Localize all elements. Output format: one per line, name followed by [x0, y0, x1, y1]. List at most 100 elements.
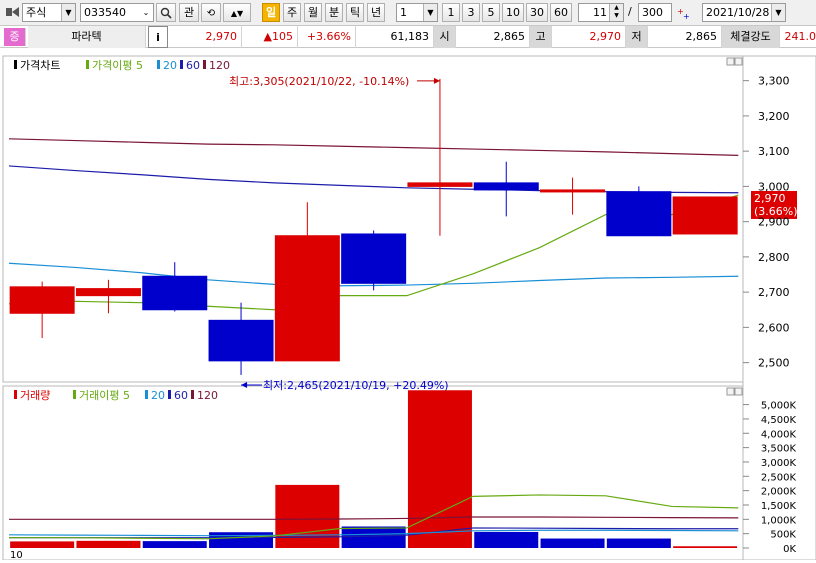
stock-code-value: 033540 [84, 6, 126, 19]
open-price: 2,865 [456, 26, 530, 48]
interval-10-button[interactable]: 10 [502, 3, 524, 22]
legend-ma60: 60 [186, 59, 200, 72]
volume-bar[interactable] [275, 484, 340, 548]
legend-vma20: 20 [151, 389, 165, 402]
search-icon [160, 7, 172, 19]
refresh-button[interactable]: ⟲ [201, 3, 221, 22]
total-count-input[interactable]: 300 [638, 3, 672, 22]
slash-separator: / [628, 5, 632, 18]
panel-menu-icon[interactable] [726, 57, 735, 66]
volume-bar[interactable] [76, 540, 141, 548]
refresh-icon: ⟲ [206, 8, 216, 19]
price-axis-label: 2,500 [758, 357, 790, 370]
legend-ma120: 120 [209, 59, 230, 72]
chevron-down-icon[interactable]: ▼ [61, 4, 75, 21]
volume-bar[interactable] [606, 538, 671, 548]
candle-body[interactable] [540, 189, 606, 193]
chevron-down-icon[interactable]: ⌄ [139, 4, 153, 21]
chevron-down-icon[interactable]: ▼ [771, 4, 785, 21]
legend-vma5: 거래이평 5 [79, 389, 130, 402]
up-down-icon: ▲▼ [230, 9, 244, 18]
price-axis-label: 3,100 [758, 145, 790, 158]
period-daily-tab[interactable]: 일 [262, 3, 280, 22]
candle-body[interactable] [606, 191, 672, 237]
volume-bar[interactable] [341, 526, 406, 548]
volume-bar[interactable] [209, 532, 274, 548]
legend-swatch [157, 60, 160, 69]
interval-5-button[interactable]: 5 [482, 3, 500, 22]
price-axis-label: 3,200 [758, 110, 790, 123]
volume-bar[interactable] [407, 390, 472, 548]
volume-legend: 거래량 거래이평 5 20 60 120 [14, 389, 218, 402]
current-price-tag-value: 2,970 [754, 192, 786, 205]
legend-swatch [168, 390, 171, 399]
chart-area: 가격차트 가격이평 5 20 60 120 거래량 거래이평 5 20 60 1… [0, 48, 816, 561]
price-axis-label: 2,800 [758, 251, 790, 264]
interval-value: 1 [400, 6, 407, 19]
stock-code-input[interactable]: 033540 ⌄ [80, 3, 154, 22]
chart-svg: 가격차트 가격이평 5 20 60 120 거래량 거래이평 5 20 60 1… [2, 55, 816, 561]
candle-body[interactable] [274, 235, 340, 362]
candle-body[interactable] [341, 233, 407, 284]
low-annotation: 최저:2,465(2021/10/19, +20.49%) [263, 379, 449, 392]
chevron-down-icon[interactable]: ▼ [423, 4, 437, 21]
panel-menu-icon[interactable] [726, 387, 735, 396]
candle-body[interactable] [208, 319, 274, 362]
candle-body[interactable] [9, 286, 75, 314]
interval-select[interactable]: 1 ▼ [396, 3, 438, 22]
price-axis-label: 2,900 [758, 216, 790, 229]
low-label: 저 [626, 26, 648, 48]
current-price: 2,970 [170, 26, 242, 48]
volume-bar[interactable] [474, 531, 539, 548]
price-axis-label: 2,600 [758, 321, 790, 334]
settings-icon[interactable]: + + [676, 5, 692, 21]
svg-text:+: + [683, 12, 690, 21]
price-change-percent: +3.66% [298, 26, 356, 48]
candle-body[interactable] [407, 182, 473, 187]
high-label: 고 [530, 26, 552, 48]
panel-close-icon[interactable] [734, 387, 743, 396]
candle-body[interactable] [473, 182, 539, 191]
volume-axis-label: 0K [783, 544, 796, 555]
panel-close-icon[interactable] [734, 57, 743, 66]
candle-body[interactable] [672, 196, 738, 235]
price-legend: 가격차트 가격이평 5 20 60 120 [14, 59, 230, 72]
period-monthly-tab[interactable]: 월 [304, 3, 322, 22]
spin-icon[interactable]: ▲ ▼ [609, 4, 623, 21]
visible-count-value: 11 [593, 6, 607, 19]
period-year-tab[interactable]: 년 [367, 3, 385, 22]
legend-volume: 거래량 [20, 389, 50, 402]
interval-60-button[interactable]: 60 [550, 3, 572, 22]
date-input[interactable]: 2021/10/28 ▼ [702, 3, 786, 22]
period-minute-tab[interactable]: 분 [325, 3, 343, 22]
pin-icon[interactable] [6, 5, 20, 19]
volume-axis-label: 1,000K [761, 515, 797, 526]
stepper-button[interactable]: ▲▼ [223, 3, 251, 22]
info-button[interactable]: i [148, 26, 168, 48]
search-button[interactable] [156, 3, 176, 22]
visible-count-input[interactable]: 11 ▲ ▼ [578, 3, 624, 22]
volume-bar[interactable] [10, 541, 75, 548]
period-weekly-tab[interactable]: 주 [283, 3, 301, 22]
interval-1-button[interactable]: 1 [442, 3, 460, 22]
legend-swatch [14, 60, 17, 69]
exchange-badge: 증 [4, 28, 26, 46]
watchlist-button[interactable]: 관 [179, 3, 199, 22]
total-count-value: 300 [642, 6, 663, 19]
interval-30-button[interactable]: 30 [526, 3, 548, 22]
candle-body[interactable] [75, 288, 141, 297]
interval-3-button[interactable]: 3 [462, 3, 480, 22]
candle-body[interactable] [142, 275, 208, 311]
y-axis-frame [742, 55, 816, 561]
quote-bar: 증 파라텍 i 2,970 ▲105 +3.66% 61,183 시 2,865… [0, 26, 816, 48]
volume-bar[interactable] [673, 546, 738, 548]
legend-ma20: 20 [163, 59, 177, 72]
trade-volume: 61,183 [356, 26, 434, 48]
market-type-select[interactable]: 주식 ▼ [22, 3, 76, 22]
volume-bar[interactable] [142, 541, 207, 548]
open-label: 시 [434, 26, 456, 48]
volume-bar[interactable] [540, 538, 605, 548]
high-annotation: 최고:3,305(2021/10/22, -10.14%) [229, 75, 409, 88]
period-tick-tab[interactable]: 틱 [346, 3, 364, 22]
legend-swatch [145, 390, 148, 399]
